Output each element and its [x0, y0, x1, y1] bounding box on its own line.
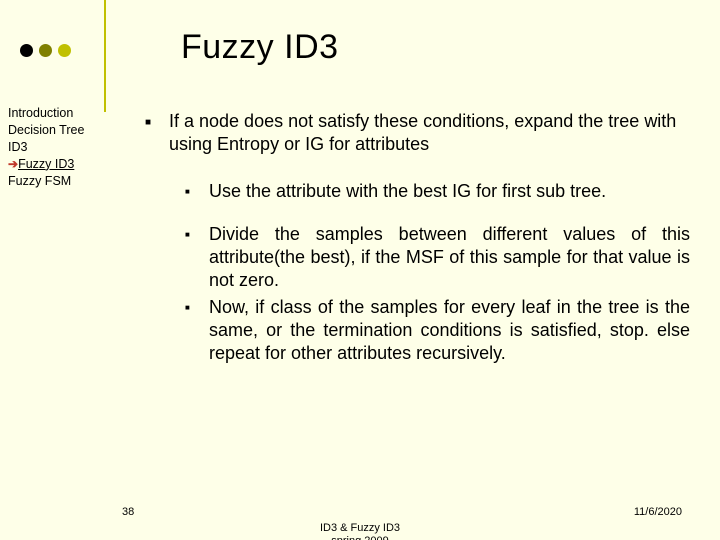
outline-item-id3: ID3 — [8, 139, 107, 156]
slide-body: Introduction Decision Tree ID3 ➔Fuzzy ID… — [0, 105, 720, 385]
outline-item-fuzzy-fsm: Fuzzy FSM — [8, 173, 107, 190]
slide-header: Fuzzy ID3 — [0, 0, 720, 67]
bullet-main: ■ If a node does not satisfy these condi… — [145, 110, 690, 156]
dot-icon — [20, 44, 33, 57]
outline-item-decision-tree: Decision Tree — [8, 122, 107, 139]
decorative-dots — [20, 44, 71, 57]
outline-item-label: Fuzzy ID3 — [18, 157, 74, 171]
page-number: 38 — [122, 506, 134, 518]
bullet-mark-icon: ■ — [185, 180, 209, 203]
outline-sidebar: Introduction Decision Tree ID3 ➔Fuzzy ID… — [0, 105, 115, 385]
footer-title: ID3 & Fuzzy ID3 — [320, 522, 400, 534]
sub-bullet: ■ Use the attribute with the best IG for… — [185, 180, 690, 203]
sub-bullet-list: ■ Use the attribute with the best IG for… — [185, 180, 690, 365]
sub-bullet-text: Use the attribute with the best IG for f… — [209, 180, 690, 203]
sub-bullet: ■ Divide the samples between different v… — [185, 223, 690, 292]
outline-item-introduction: Introduction — [8, 105, 107, 122]
sub-bullet: ■ Now, if class of the samples for every… — [185, 296, 690, 365]
bullet-mark-icon: ■ — [185, 296, 209, 365]
sub-bullet-text: Divide the samples between different val… — [209, 223, 690, 292]
slide-title: Fuzzy ID3 — [181, 28, 339, 67]
content-area: ■ If a node does not satisfy these condi… — [115, 105, 720, 385]
sub-bullet-text: Now, if class of the samples for every l… — [209, 296, 690, 365]
outline-item-fuzzy-id3: ➔Fuzzy ID3 — [8, 156, 107, 173]
arrow-right-icon: ➔ — [8, 157, 18, 171]
dot-icon — [39, 44, 52, 57]
bullet-mark-icon: ■ — [185, 223, 209, 292]
footer-center: ID3 & Fuzzy ID3 spring 2009 — [0, 522, 720, 540]
dot-icon — [58, 44, 71, 57]
vertical-rule — [104, 0, 106, 112]
bullet-mark-icon: ■ — [145, 110, 169, 156]
footer-subtitle: spring 2009 — [331, 535, 389, 540]
footer-date: 11/6/2020 — [634, 506, 682, 518]
bullet-text: If a node does not satisfy these conditi… — [169, 110, 690, 156]
